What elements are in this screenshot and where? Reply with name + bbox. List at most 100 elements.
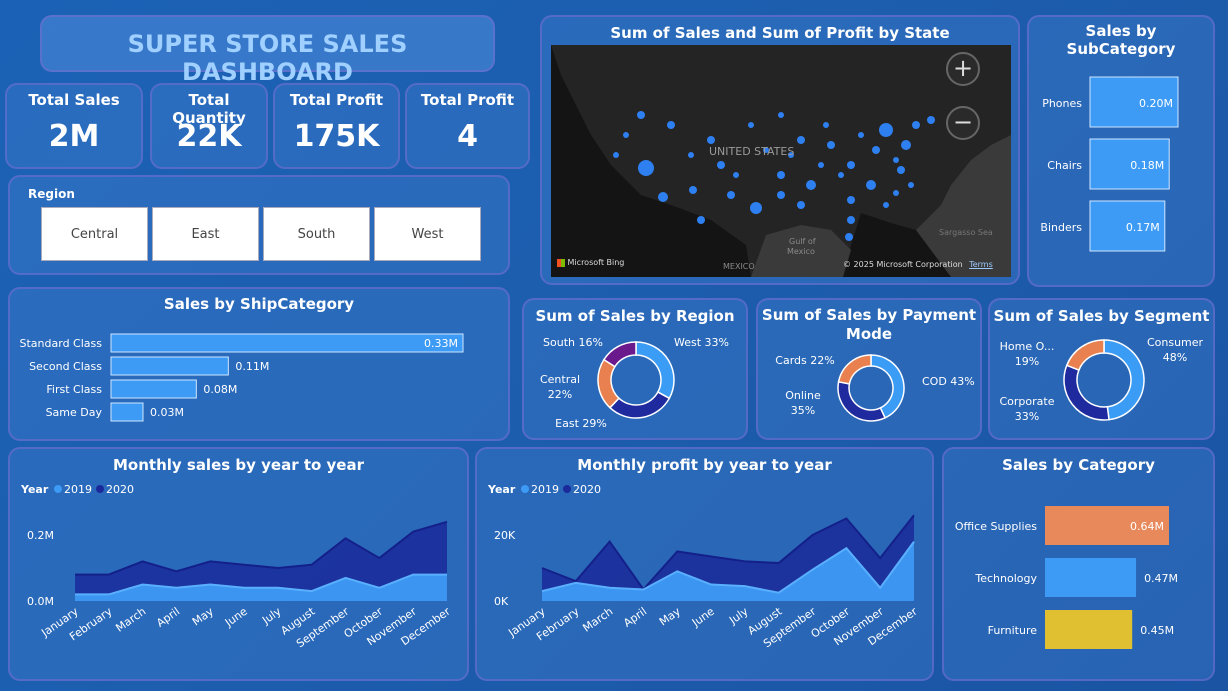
map-bubble [658, 192, 668, 202]
donut-slice [1063, 364, 1110, 421]
map-bubble [777, 171, 785, 179]
donut-label: South 16% [543, 336, 603, 349]
map-bubble [838, 172, 844, 178]
region-option-west[interactable]: West [374, 207, 481, 261]
segment-donut-card: Sum of Sales by Segment Consumer 48% Corpo… [988, 298, 1215, 440]
donut-label: 35% [791, 404, 815, 417]
kpi-label: Total Profit [289, 91, 384, 109]
map-bubble [689, 186, 697, 194]
kpi-value: 175K [293, 119, 380, 154]
map-bubble [750, 202, 762, 214]
map-bubble [637, 111, 645, 119]
map-bubble [778, 112, 784, 118]
bing-logo: Microsoft Bing [557, 258, 624, 267]
legend-label: 2020 [106, 483, 134, 496]
legend-label: 2020 [573, 483, 601, 496]
zoom-out-button[interactable]: − [946, 106, 980, 140]
subcategory-chart: Phones 0.20M Chairs 0.18M Binders 0.17M [1040, 76, 1179, 252]
bar-value-label: 0.33M [424, 337, 458, 350]
x-tick-label: June [222, 605, 250, 630]
bar-category-label: Technology [974, 572, 1037, 585]
map-bubble [797, 201, 805, 209]
bar-value-label: 0.08M [203, 383, 237, 396]
map-bubble [845, 233, 853, 241]
x-tick-label: June [689, 605, 717, 630]
donut-label: 22% [548, 388, 572, 401]
zoom-in-button[interactable]: + [946, 52, 980, 86]
bar [110, 356, 229, 376]
bar-category-label: Standard Class [20, 337, 103, 350]
bar-value-label: 0.64M [1130, 520, 1164, 533]
kpi-total-sales: Total Sales 2M [5, 83, 143, 169]
region-slicer-label: Region [28, 187, 75, 201]
map-bubble [847, 196, 855, 204]
bar-category-label: Office Supplies [955, 520, 1037, 533]
donut-label: Cards 22% [775, 354, 834, 367]
terms-link[interactable]: Terms [969, 260, 993, 269]
kpi-value: 2M [48, 119, 100, 154]
country-label: UNITED STATES [709, 145, 794, 158]
shipcategory-chart: Standard Class 0.33M Second Class 0.11M Firs… [20, 333, 464, 422]
map-bubble [897, 166, 905, 174]
donut-slice [870, 354, 905, 419]
monthly-sales-title: Monthly sales by year to year [112, 456, 364, 474]
segment-donut-chart: Consumer 48% Corporate 33% Home O... 19% [1000, 336, 1204, 423]
payment-donut-title: Sum of Sales by Payment Mode [761, 306, 977, 343]
map-bubble [638, 160, 654, 176]
bar-category-label: Binders [1040, 221, 1082, 234]
x-tick-label: April [621, 605, 649, 630]
category-chart: Office Supplies 0.64M Technology 0.47M Furni… [955, 506, 1178, 649]
map-title: Sum of Sales and Sum of Profit by State [610, 24, 950, 42]
legend-title: Year [487, 483, 516, 496]
dashboard-title: SUPER STORE SALES DASHBOARD [127, 30, 408, 86]
map-bubble [893, 190, 899, 196]
payment-donut-card: Sum of Sales by Payment Mode COD 43% Onlin… [756, 298, 982, 440]
bar-category-label: Furniture [988, 624, 1038, 637]
shipcategory-card: Sales by ShipCategory Standard Class 0.33… [8, 287, 510, 441]
map-bubble [866, 180, 876, 190]
map-area[interactable]: UNITED STATES MEXICO Gulf of Mexico Sarg… [551, 45, 1011, 277]
bar [110, 379, 197, 399]
region-option-east[interactable]: East [152, 207, 259, 261]
bar-category-label: Phones [1042, 97, 1082, 110]
bar [110, 333, 464, 353]
map-bubble [847, 161, 855, 169]
category-title: Sales by Category [1002, 456, 1155, 474]
legend-title: Year [20, 483, 49, 496]
map-bubble [727, 191, 735, 199]
map-bubble [823, 122, 829, 128]
region-option-south[interactable]: South [263, 207, 370, 261]
category-card: Sales by Category Office Supplies 0.64M Te… [942, 447, 1215, 681]
map-bubble [688, 152, 694, 158]
donut-label: COD 43% [922, 375, 975, 388]
bar [1045, 610, 1133, 649]
map-bubble [893, 157, 899, 163]
region-donut-title: Sum of Sales by Region [535, 307, 735, 325]
legend-label: 2019 [64, 483, 92, 496]
y-tick-label: 20K [494, 529, 516, 542]
map-bubble [623, 132, 629, 138]
us-map[interactable]: UNITED STATES MEXICO Gulf of Mexico Sarg… [551, 45, 1011, 277]
map-bubble [707, 136, 715, 144]
legend-marker [563, 485, 571, 493]
y-tick-label: 0.2M [27, 529, 54, 542]
monthly-profit-chart: Year 2019 20200K20KJanuaryFebruaryMarch Apr… [487, 483, 920, 650]
bar-value-label: 0.03M [150, 406, 184, 419]
donut-slice [1103, 339, 1145, 421]
bar-value-label: 0.20M [1139, 97, 1173, 110]
kpi-value: 4 [457, 119, 478, 154]
donut-label: Home O... [1000, 340, 1055, 353]
shipcategory-title: Sales by ShipCategory [163, 295, 355, 313]
region-option-central[interactable]: Central [41, 207, 148, 261]
map-bubble [912, 121, 920, 129]
map-bubble [847, 216, 855, 224]
kpi-value: 22K [176, 119, 242, 154]
map-bubble [748, 122, 754, 128]
segment-donut-title: Sum of Sales by Segment [993, 307, 1210, 325]
x-tick-label: March [113, 605, 148, 635]
bar-category-label: Second Class [29, 360, 102, 373]
map-bubble [697, 216, 705, 224]
monthly-sales-card: Monthly sales by year to year Year 2019 20… [8, 447, 469, 681]
legend-marker [54, 485, 62, 493]
map-bubble [872, 146, 880, 154]
